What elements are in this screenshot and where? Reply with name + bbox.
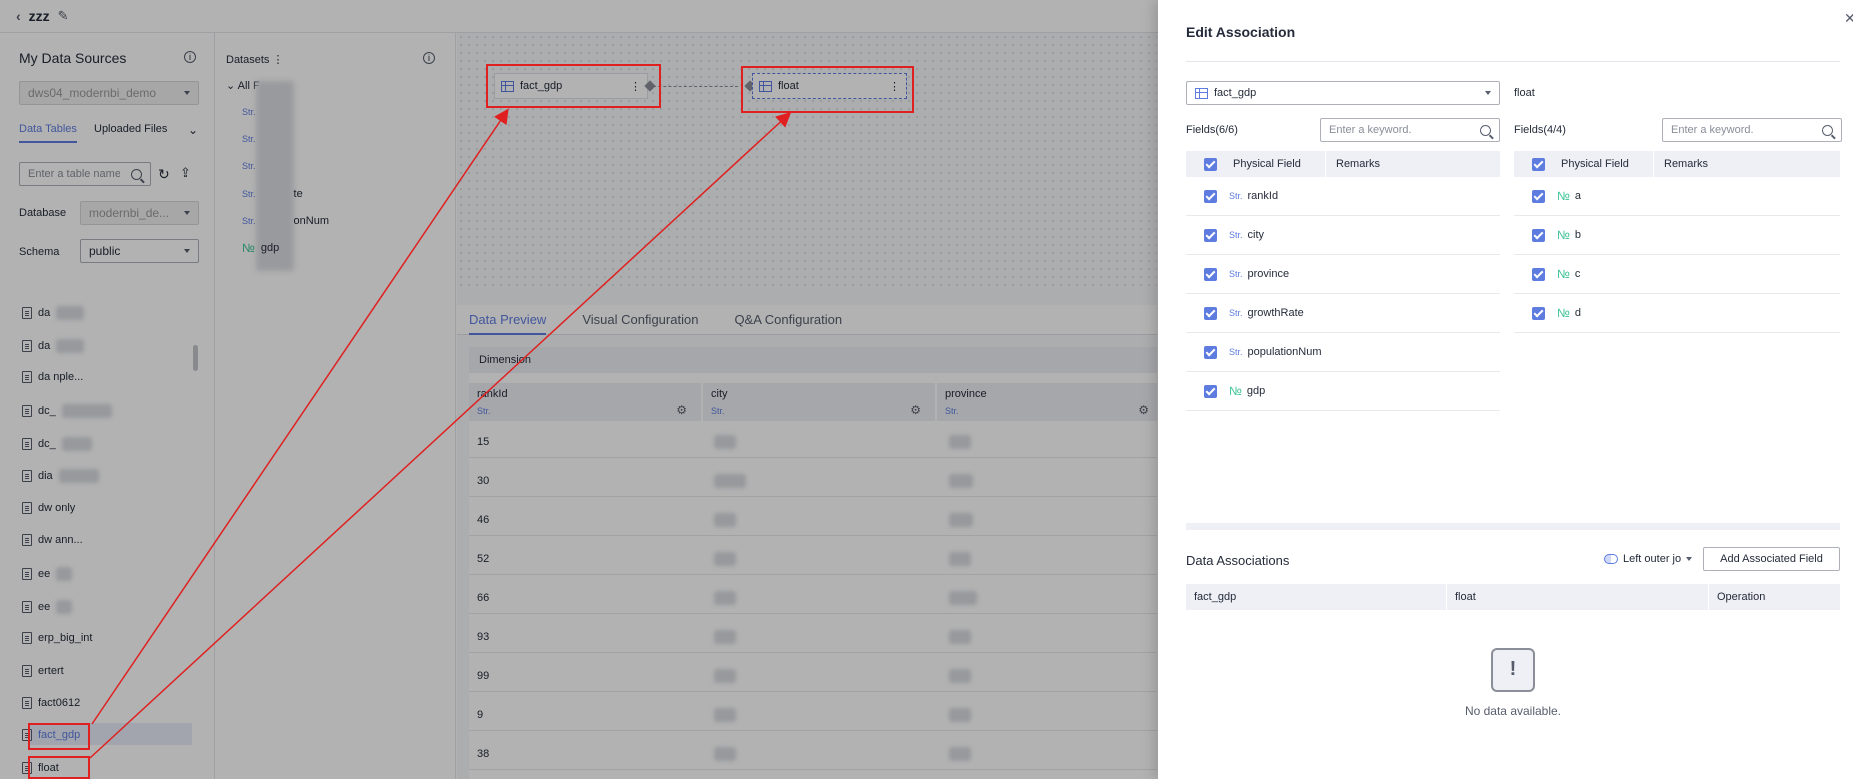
associations-table-header: fact_gdp float Operation [1186,584,1840,610]
right-table-name: float [1514,87,1535,99]
add-associated-field-button[interactable]: Add Associated Field [1703,547,1840,571]
left-field-row[interactable]: Str. rankId [1186,177,1500,216]
right-field-row[interactable]: № d [1514,294,1840,333]
left-fields-count: Fields(6/6) [1186,124,1238,136]
chevron-down-icon [1485,91,1491,95]
modal-overlay[interactable] [0,0,1158,779]
left-field-row[interactable]: Str. growthRate [1186,294,1500,333]
join-venn-icon [1604,554,1618,564]
right-field-row[interactable]: № c [1514,255,1840,294]
join-type-select[interactable]: Left outer jo [1604,553,1693,565]
left-fields-header: Physical Field Remarks [1186,151,1500,177]
left-field-row[interactable]: Str. province [1186,255,1500,294]
right-field-row[interactable]: № a [1514,177,1840,216]
annotation-box-fact-gdp-item [28,723,90,750]
field-checkbox[interactable] [1204,189,1217,203]
field-checkbox[interactable] [1532,267,1545,281]
resize-handle[interactable] [1186,523,1840,530]
right-field-row[interactable]: № b [1514,216,1840,255]
right-fields-header: Physical Field Remarks [1514,151,1840,177]
left-field-row[interactable]: № gdp [1186,372,1500,411]
divider [1186,61,1840,62]
drawer-title: Edit Association [1186,24,1296,40]
select-all-checkbox[interactable] [1204,157,1217,171]
left-field-row[interactable]: Str. populationNum [1186,333,1500,372]
data-associations-title: Data Associations [1186,553,1290,568]
search-icon [1480,124,1491,136]
edit-association-drawer: Edit Association ✕ fact_gdp float Fields… [1158,0,1853,779]
field-checkbox[interactable] [1204,345,1217,359]
search-icon [1822,124,1833,136]
annotation-box-fact-gdp-node [486,64,661,108]
close-icon[interactable]: ✕ [1844,10,1853,27]
right-fields-count: Fields(4/4) [1514,124,1566,136]
left-field-row[interactable]: Str. city [1186,216,1500,255]
field-checkbox[interactable] [1204,228,1217,242]
annotation-box-float-node [741,66,914,113]
field-checkbox[interactable] [1204,306,1217,320]
right-field-search-input[interactable]: Enter a keyword. [1662,118,1842,142]
field-checkbox[interactable] [1532,228,1545,242]
left-table-select[interactable]: fact_gdp [1186,81,1500,105]
select-all-checkbox[interactable] [1532,157,1545,171]
field-checkbox[interactable] [1532,306,1545,320]
chevron-down-icon [1686,557,1693,561]
field-checkbox[interactable] [1204,267,1217,281]
left-field-search-input[interactable]: Enter a keyword. [1320,118,1500,142]
empty-state-icon [1491,648,1535,692]
table-icon [1195,87,1208,99]
annotation-box-float-item [28,756,90,779]
field-checkbox[interactable] [1204,384,1217,398]
field-checkbox[interactable] [1532,189,1545,203]
empty-state-text: No data available. [1464,704,1562,718]
